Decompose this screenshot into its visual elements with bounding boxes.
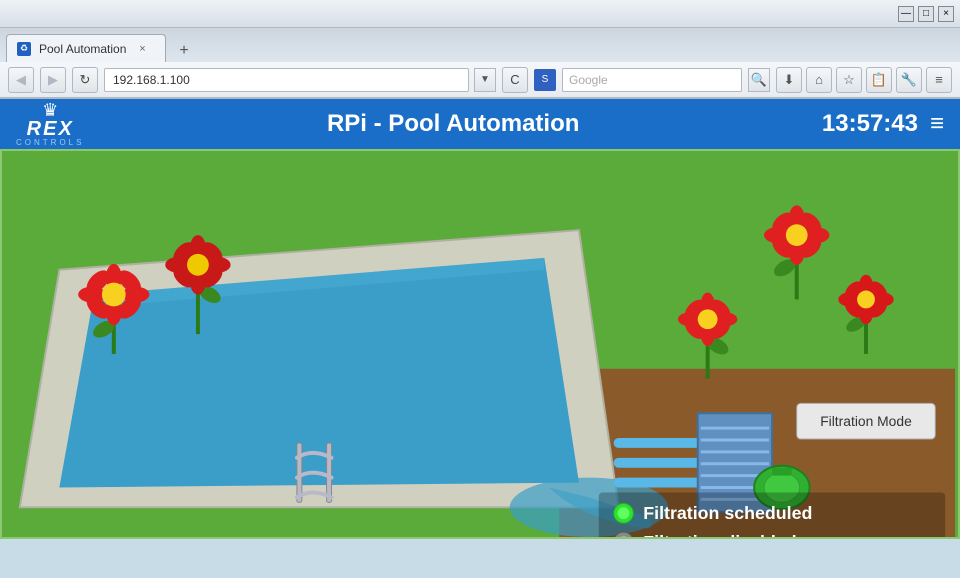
- new-tab-button[interactable]: +: [170, 40, 198, 62]
- address-bar[interactable]: 192.168.1.100: [104, 68, 469, 92]
- rex-controls-text: CONTROLS: [16, 139, 84, 147]
- svg-text:Filtration Mode: Filtration Mode: [820, 413, 912, 429]
- title-bar: — □ ×: [0, 0, 960, 28]
- refresh-button[interactable]: ↻: [72, 67, 98, 93]
- rex-text: REX: [27, 119, 74, 139]
- search-go-button[interactable]: 🔍: [748, 68, 770, 92]
- svg-text:Filtration disabled: Filtration disabled: [643, 532, 796, 537]
- search-placeholder: Google: [569, 73, 608, 87]
- address-dropdown-button[interactable]: ▼: [474, 68, 496, 92]
- app-logo: ♛ REX CONTROLS: [16, 101, 84, 147]
- svg-text:Filtration scheduled: Filtration scheduled: [643, 503, 812, 523]
- search-bar[interactable]: Google: [562, 68, 742, 92]
- bookmark-button[interactable]: ☆: [836, 67, 862, 93]
- menu-button[interactable]: ≡: [926, 67, 952, 93]
- extensions-button[interactable]: 🔧: [896, 67, 922, 93]
- pool-ladder: [297, 443, 332, 502]
- download-button[interactable]: ⬇: [776, 67, 802, 93]
- app-title: RPi - Pool Automation: [84, 110, 821, 138]
- tab-close-button[interactable]: ×: [134, 41, 150, 57]
- tab-bar: Pool Automation × +: [0, 28, 960, 62]
- pool-scene-svg: Filtration Mode Filtration scheduled Fil…: [2, 151, 958, 537]
- nav-extras: ⬇ ⌂ ☆ 📋 🔧 ≡: [776, 67, 952, 93]
- pool-scene: Filtration Mode Filtration scheduled Fil…: [0, 149, 960, 539]
- reload-icon[interactable]: C: [502, 67, 528, 93]
- close-button[interactable]: ×: [938, 6, 954, 22]
- navigation-bar: ◀ ▶ ↻ 192.168.1.100 ▼ C S Google 🔍 ⬇ ⌂ ☆…: [0, 62, 960, 98]
- maximize-button[interactable]: □: [918, 6, 934, 22]
- app-header: ♛ REX CONTROLS RPi - Pool Automation 13:…: [0, 99, 960, 149]
- minimize-button[interactable]: —: [898, 6, 914, 22]
- rex-logo: ♛ REX CONTROLS: [16, 101, 84, 147]
- forward-button[interactable]: ▶: [40, 67, 66, 93]
- tab-favicon: [17, 42, 31, 56]
- crown-icon: ♛: [42, 101, 58, 119]
- back-button[interactable]: ◀: [8, 67, 34, 93]
- history-button[interactable]: 📋: [866, 67, 892, 93]
- home-button[interactable]: ⌂: [806, 67, 832, 93]
- hamburger-menu-button[interactable]: ≡: [930, 110, 944, 138]
- browser-chrome: — □ × Pool Automation × + ◀ ▶ ↻ 192.168.…: [0, 0, 960, 99]
- app-clock: 13:57:43: [822, 110, 918, 138]
- tab-title: Pool Automation: [39, 42, 126, 56]
- tab-pool-automation[interactable]: Pool Automation ×: [6, 34, 166, 62]
- search-engine-icon: S: [534, 69, 556, 91]
- address-text: 192.168.1.100: [113, 73, 190, 87]
